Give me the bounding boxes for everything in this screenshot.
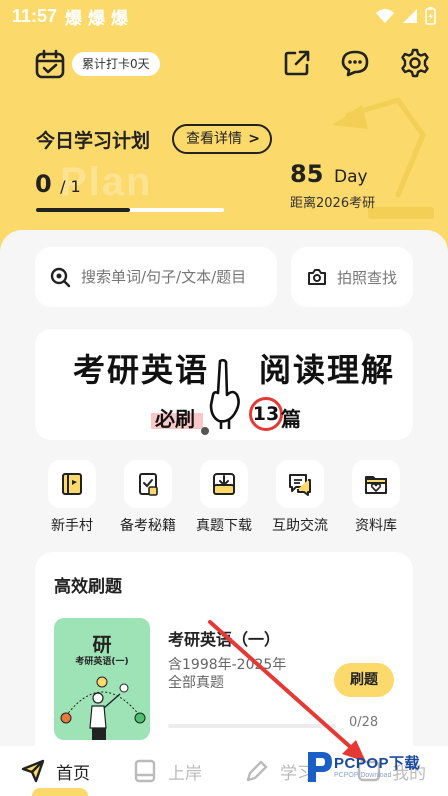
exam-item-years: 含1998年-2025年	[168, 657, 287, 673]
plan-progress-bar	[36, 208, 224, 212]
nav-label: 首页	[56, 763, 90, 784]
pcpop-brand-subtext: PCPOP Download	[334, 772, 392, 779]
photo-search-button[interactable]: 拍照查找	[291, 247, 413, 307]
view-details-button[interactable]: 查看详情 >	[172, 124, 272, 154]
exam-progress-bar	[168, 724, 336, 728]
exam-item-scope: 全部真题	[168, 675, 224, 691]
book-cover-title: 研	[92, 634, 112, 656]
exam-book-cover[interactable]: 研 考研英语(一)	[54, 618, 150, 740]
pcpop-brand-text: PCPOP下载	[334, 755, 421, 772]
checkin-calendar-icon[interactable]	[34, 48, 66, 80]
novice-book-icon	[62, 473, 82, 495]
status-time: 11:57	[12, 5, 58, 26]
plan-progress: 0 / 1	[35, 170, 81, 198]
plan-total-count: / 1	[60, 177, 81, 196]
shortcut-icon-box	[352, 460, 400, 508]
nav-active-indicator	[32, 788, 88, 796]
countdown-label: 距离2026考研	[290, 196, 376, 211]
shortcut-label: 备考秘籍	[120, 518, 176, 534]
shortcut-label: 互助交流	[272, 518, 328, 534]
nav-label: 上岸	[168, 763, 202, 784]
paper-plane-icon	[21, 759, 45, 783]
notification-icon: 爆	[88, 8, 106, 28]
book-icon	[134, 759, 156, 783]
settings-gear-icon[interactable]	[400, 48, 430, 78]
banner-line2-right: 篇	[281, 407, 301, 431]
checklist-icon	[139, 473, 158, 496]
shortcut-novice-village[interactable]: 新手村	[32, 460, 112, 535]
search-box[interactable]	[35, 247, 277, 307]
status-icons	[375, 7, 436, 25]
checkin-streak-badge[interactable]: 累计打卡0天	[72, 52, 160, 76]
nav-home[interactable]: 首页	[20, 758, 90, 784]
shortcut-past-papers[interactable]: 真题下载	[184, 460, 264, 535]
search-input[interactable]	[81, 268, 261, 286]
shortcut-icon-box	[48, 460, 96, 508]
banner-line1-left: 考研英语	[73, 351, 210, 389]
student-illustration	[60, 676, 146, 740]
shortcut-grid: 新手村 备考秘籍 真题下载 互助交流 资料库	[30, 460, 418, 540]
shortcut-label: 新手村	[51, 518, 93, 534]
battery-icon	[425, 7, 436, 25]
banner-line1-right: 阅读理解	[259, 351, 396, 389]
book-cover-subtitle: 考研英语(一)	[75, 657, 129, 667]
promo-banner[interactable]: 考研英语 阅读理解 必刷 13 篇	[35, 329, 413, 440]
status-bar: 11:57 爆 爆 爆	[0, 0, 448, 32]
notification-icon: 爆	[65, 8, 83, 28]
practice-card: 高效刷题 研 考研英语(一) 考研英语（一） 含1998年-2025年 全部真题…	[35, 552, 413, 772]
photo-search-label: 拍照查找	[336, 268, 397, 287]
banner-count: 13	[249, 397, 283, 431]
shortcut-exam-tips[interactable]: 备考秘籍	[108, 460, 188, 535]
chevron-right-icon: >	[248, 131, 260, 147]
share-icon[interactable]	[282, 48, 312, 78]
shortcut-community[interactable]: 互助交流	[260, 460, 340, 535]
signal-icon	[403, 9, 417, 23]
exam-progress-count: 0/28	[349, 715, 379, 730]
banner-dot	[201, 427, 209, 435]
plan-progress-fill	[36, 208, 130, 212]
camera-icon	[307, 269, 326, 285]
wifi-icon	[376, 9, 394, 23]
view-details-label: 查看详情	[186, 131, 242, 147]
shortcut-icon-box	[200, 460, 248, 508]
countdown-unit: Day	[334, 167, 368, 187]
nav-shore[interactable]: 上岸	[132, 758, 202, 784]
shortcut-library[interactable]: 资料库	[336, 460, 416, 535]
header-toolbar: 累计打卡0天	[0, 44, 448, 84]
download-tray-icon	[213, 473, 235, 495]
search-icon	[50, 267, 71, 288]
practice-section-title: 高效刷题	[54, 577, 122, 597]
shortcut-icon-box	[276, 460, 324, 508]
start-practice-button[interactable]: 刷题	[334, 663, 394, 697]
pen-icon	[246, 760, 268, 782]
shortcut-label: 真题下载	[196, 518, 252, 534]
pcpop-logo-icon	[308, 752, 332, 782]
countdown-days: 85	[290, 160, 324, 188]
exam-item-title[interactable]: 考研英语（一）	[168, 626, 280, 650]
shortcut-icon-box	[124, 460, 172, 508]
chat-bubbles-icon	[289, 474, 311, 496]
notification-icon: 爆	[111, 8, 129, 28]
pcpop-watermark: PCPOP下载 PCPOP Download	[304, 748, 444, 792]
shortcut-label: 资料库	[355, 518, 397, 534]
folder-heart-icon	[365, 476, 387, 494]
message-icon[interactable]	[340, 48, 370, 78]
pointing-hand-icon	[209, 359, 240, 429]
plan-done-count: 0	[35, 170, 52, 198]
study-plan-title: 今日学习计划	[36, 130, 151, 152]
banner-line2-left: 必刷	[155, 407, 195, 431]
